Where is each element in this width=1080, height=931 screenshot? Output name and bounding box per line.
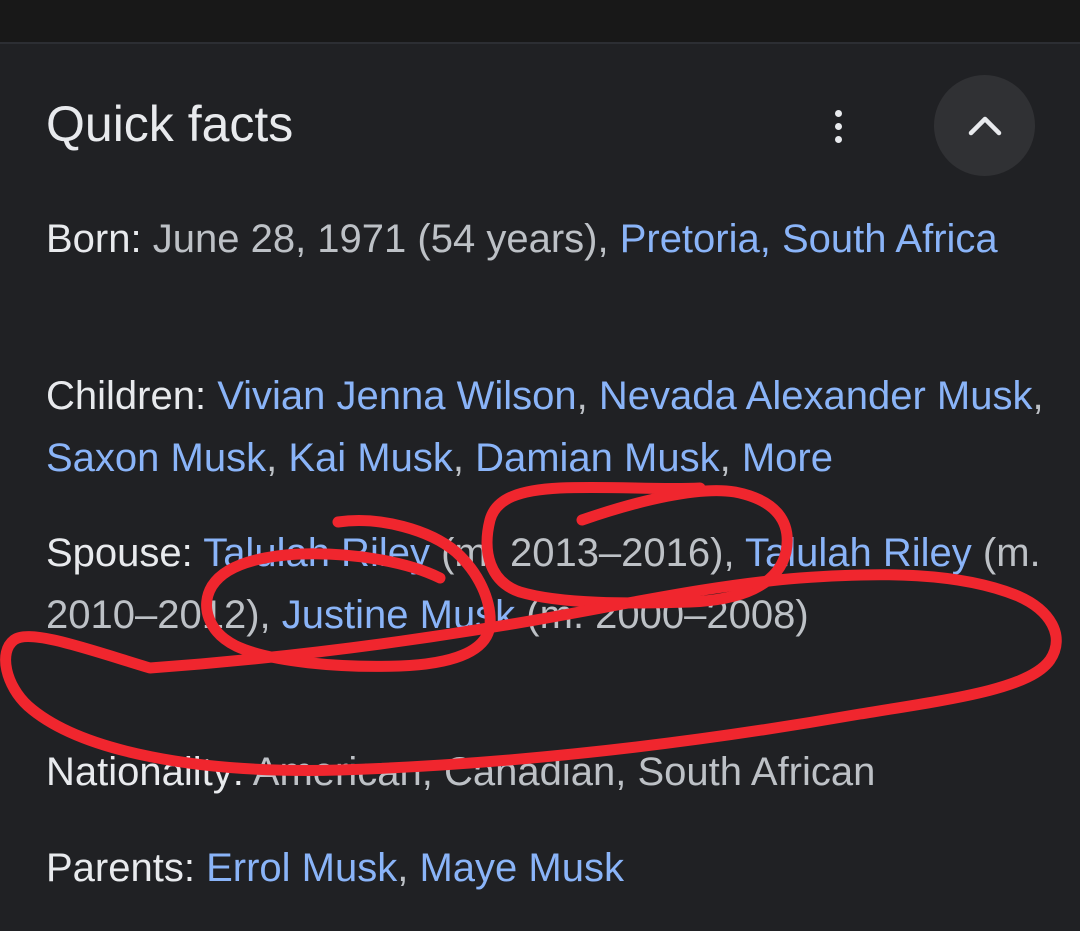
more-options-button[interactable]	[814, 98, 862, 154]
fact-value: June 28, 1971 (54 years),	[152, 217, 620, 261]
link-more[interactable]: More	[742, 436, 833, 480]
link-child[interactable]: Saxon Musk	[46, 436, 266, 480]
link-spouse[interactable]: Justine Musk	[282, 593, 515, 637]
fact-label: Spouse:	[46, 531, 204, 575]
fact-label: Parents:	[46, 846, 207, 890]
more-vert-icon	[834, 109, 842, 117]
separator: ,	[719, 436, 742, 480]
link-child[interactable]: Nevada Alexander Musk	[599, 374, 1033, 418]
fact-label-text: Parents	[46, 846, 184, 890]
separator: ,	[576, 374, 599, 418]
separator: ,	[266, 436, 289, 480]
fact-value: American, Canadian, South African	[252, 750, 876, 794]
fact-children: Children: Vivian Jenna Wilson, Nevada Al…	[46, 365, 1046, 489]
collapse-button[interactable]	[934, 75, 1035, 176]
fact-nationality: Nationality: American, Canadian, South A…	[46, 741, 1046, 803]
fact-label-text: Spouse	[46, 531, 182, 575]
fact-born: Born: June 28, 1971 (54 years), Pretoria…	[46, 208, 1046, 270]
fact-spouse: Spouse: Talulah Riley (m. 2013–2016), Ta…	[46, 522, 1046, 646]
link-pretoria[interactable]: Pretoria, South Africa	[620, 217, 998, 261]
marriage-years: (m. 2000–2008)	[515, 593, 809, 637]
fact-parents: Parents: Errol Musk, Maye Musk	[46, 837, 1046, 899]
more-vert-icon-dot	[834, 122, 842, 130]
separator: ,	[397, 846, 420, 890]
fact-label-text: Born	[46, 217, 131, 261]
link-child[interactable]: Vivian Jenna Wilson	[217, 374, 576, 418]
link-child[interactable]: Damian Musk	[475, 436, 720, 480]
link-parent[interactable]: Errol Musk	[206, 846, 397, 890]
fact-label: Children:	[46, 374, 218, 418]
chevron-up-icon	[968, 116, 1001, 135]
marriage-years: (m. 2013–2016),	[429, 531, 745, 575]
top-bar	[0, 0, 1080, 44]
fact-label-text: Children	[46, 374, 195, 418]
link-child[interactable]: Kai Musk	[288, 436, 453, 480]
card-title: Quick facts	[46, 96, 294, 152]
separator: ,	[452, 436, 476, 480]
link-spouse[interactable]: Talulah Riley	[203, 531, 430, 575]
link-spouse[interactable]: Talulah Riley	[745, 531, 972, 575]
more-vert-icon-dot	[834, 135, 842, 143]
separator: ,	[1032, 374, 1044, 418]
fact-label-text: Nationality	[46, 750, 233, 794]
link-parent[interactable]: Maye Musk	[419, 846, 624, 890]
fact-label: Nationality:	[46, 750, 253, 794]
fact-label: Born:	[46, 217, 153, 261]
